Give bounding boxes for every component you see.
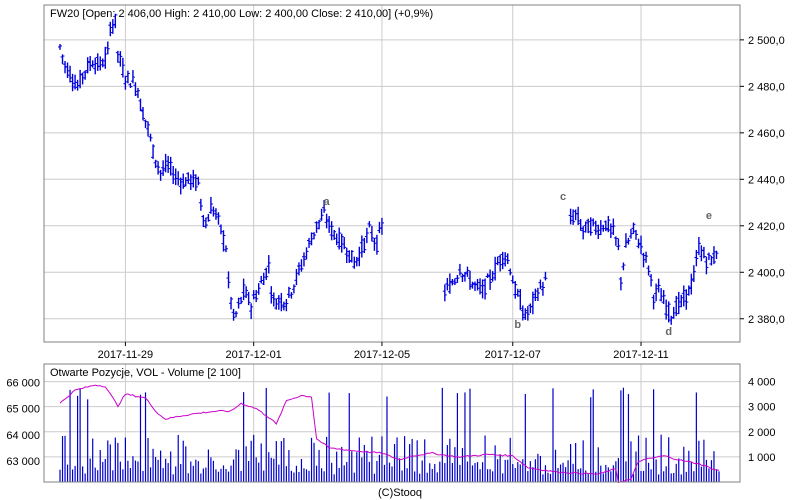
y-tick-label: 2 400,0 xyxy=(748,267,785,279)
volume-tick-label: 1 000 xyxy=(748,452,776,464)
price-chart-title: FW20 [Open: 2 406,00 High: 2 410,00 Low:… xyxy=(50,8,433,20)
y-tick-label: 2 500,0 xyxy=(748,35,785,47)
open-interest-tick-label: 66 000 xyxy=(6,377,40,389)
volume-tick-label: 3 000 xyxy=(748,402,776,414)
open-interest-axis: 63 000 64 000 65 000 66 000 xyxy=(6,377,40,468)
open-interest-tick-label: 64 000 xyxy=(6,430,40,442)
open-interest-tick-label: 63 000 xyxy=(6,456,40,468)
y-tick-label: 2 380,0 xyxy=(748,314,785,326)
price-panel-frame xyxy=(43,4,741,343)
x-tick-label: 2017-12-11 xyxy=(613,349,668,361)
wave-label: a xyxy=(324,196,331,208)
y-tick-label: 2 460,0 xyxy=(748,128,785,140)
y-tick-label: 2 420,0 xyxy=(748,221,785,233)
chart-canvas: a b c d e 2 380,0 2 400,0 2 420,0 2 440,0 2 460,… xyxy=(6,4,785,499)
wave-label: d xyxy=(665,326,672,338)
price-grid xyxy=(44,5,740,342)
footer-credit: (C)Stooq xyxy=(378,487,422,499)
x-tick-label: 2017-11-29 xyxy=(98,349,153,361)
price-bars xyxy=(58,13,719,325)
price-axis: 2 380,0 2 400,0 2 420,0 2 440,0 2 460,0 2 480… xyxy=(740,35,785,326)
volume-chart-title: Otwarte Pozycje, VOL - Volume [2 100] xyxy=(50,367,241,379)
x-tick-label: 2017-12-07 xyxy=(485,349,541,361)
volume-bars xyxy=(59,387,720,482)
y-tick-label: 2 480,0 xyxy=(748,81,785,93)
volume-tick-label: 2 000 xyxy=(748,427,776,439)
wave-label: c xyxy=(560,191,566,203)
y-tick-label: 2 440,0 xyxy=(748,174,785,186)
volume-tick-label: 4 000 xyxy=(748,377,776,389)
open-interest-tick-label: 65 000 xyxy=(6,404,40,416)
x-tick-label: 2017-12-01 xyxy=(226,349,282,361)
wave-label: e xyxy=(706,210,712,222)
x-tick-label: 2017-12-05 xyxy=(354,349,410,361)
date-axis: 2017-11-29 2017-12-01 2017-12-05 2017-12-07… xyxy=(98,342,669,361)
volume-axis: 1 000 2 000 3 000 4 000 xyxy=(748,377,776,464)
wave-label: b xyxy=(514,319,521,331)
